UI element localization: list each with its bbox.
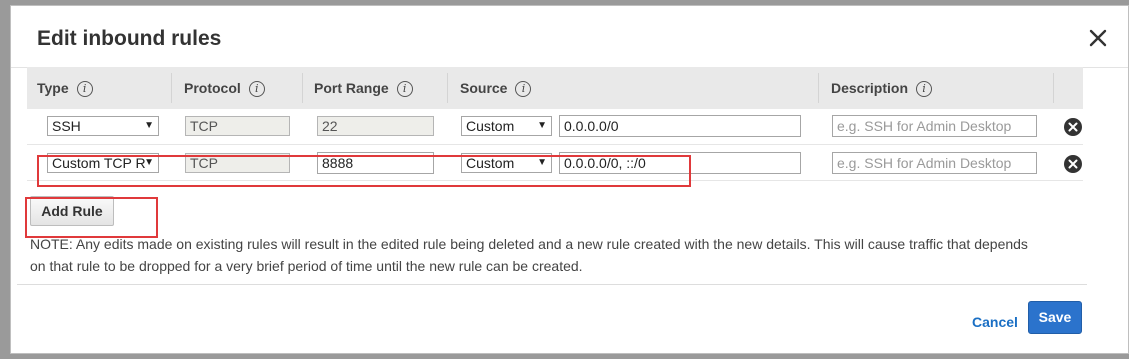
dropdown-caret-icon: ▼	[144, 120, 154, 131]
dropdown-caret-icon: ▼	[537, 120, 547, 131]
footer-divider	[17, 284, 1087, 285]
column-header-description: Description i	[831, 67, 933, 109]
protocol-field: TCP	[185, 116, 290, 136]
column-header-protocol: Protocol i	[184, 67, 265, 109]
source-select[interactable]: Custom ▼	[461, 116, 552, 136]
column-divider	[302, 73, 303, 103]
port-range-field: 22	[317, 116, 434, 136]
cancel-button[interactable]: Cancel	[972, 314, 1018, 330]
remove-rule-icon[interactable]	[1064, 118, 1082, 136]
highlight-box-rule-row	[37, 155, 691, 187]
info-icon[interactable]: i	[76, 81, 93, 98]
column-divider	[1053, 73, 1054, 103]
table-row: SSH ▼ TCP 22 Custom ▼ 0.0.0.0/0 e.g. SSH f…	[27, 109, 1083, 145]
info-icon[interactable]: i	[396, 81, 413, 98]
column-divider	[818, 73, 819, 103]
type-select[interactable]: SSH ▼	[47, 116, 159, 136]
column-divider	[171, 73, 172, 103]
column-divider	[447, 73, 448, 103]
edit-warning-note: NOTE: Any edits made on existing rules w…	[30, 236, 1028, 274]
save-button[interactable]: Save	[1028, 301, 1082, 334]
info-icon[interactable]: i	[515, 81, 532, 98]
column-header-source: Source i	[460, 67, 532, 109]
description-input[interactable]: e.g. SSH for Admin Desktop	[832, 152, 1037, 174]
table-header: Type i Protocol i Port Range i Source i Desc…	[27, 67, 1083, 109]
dialog-header: Edit inbound rules	[11, 6, 1128, 68]
highlight-box-add-rule	[25, 197, 158, 238]
column-header-port-range: Port Range i	[314, 67, 413, 109]
column-header-type: Type i	[37, 67, 93, 109]
close-icon[interactable]	[1088, 28, 1108, 48]
dialog-title: Edit inbound rules	[37, 27, 222, 50]
description-input[interactable]: e.g. SSH for Admin Desktop	[832, 115, 1037, 137]
info-icon[interactable]: i	[916, 81, 933, 98]
source-cidr-input[interactable]: 0.0.0.0/0	[559, 115, 801, 137]
info-icon[interactable]: i	[248, 81, 265, 98]
remove-rule-icon[interactable]	[1064, 155, 1082, 173]
